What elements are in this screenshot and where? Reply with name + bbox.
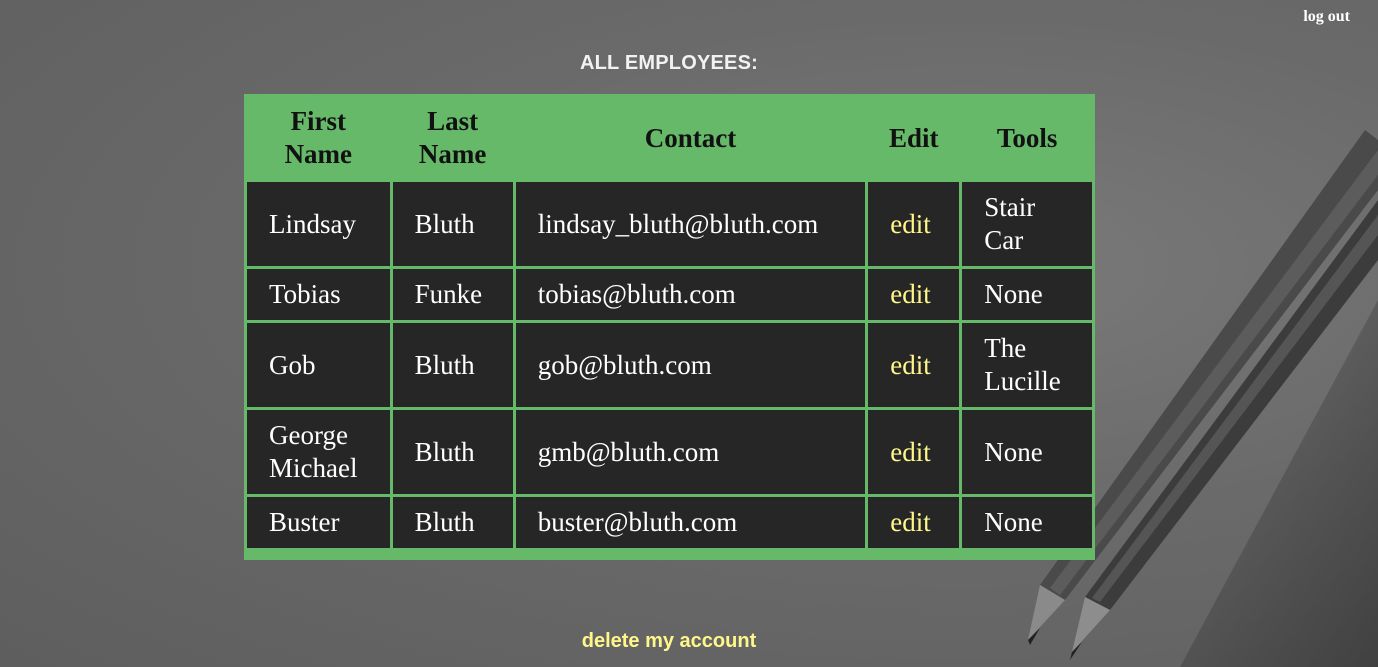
cell-first-name: Buster <box>247 497 390 548</box>
edit-link[interactable]: edit <box>890 437 931 467</box>
cell-tools: Stair Car <box>962 182 1092 266</box>
cell-edit: edit <box>868 497 960 548</box>
cell-last-name: Bluth <box>392 182 513 266</box>
cell-contact: lindsay_bluth@bluth.com <box>515 182 866 266</box>
cell-tools: None <box>962 410 1092 494</box>
cell-last-name: Funke <box>392 269 513 320</box>
cell-first-name: George Michael <box>247 410 390 494</box>
delete-account-link[interactable]: delete my account <box>0 630 1338 653</box>
cell-first-name: Tobias <box>247 269 390 320</box>
cell-contact: tobias@bluth.com <box>515 269 866 320</box>
table-header-row: First Name Last Name Contact Edit Tools <box>247 97 1092 179</box>
edit-link[interactable]: edit <box>890 209 931 239</box>
edit-link[interactable]: edit <box>890 279 931 309</box>
cell-last-name: Bluth <box>392 410 513 494</box>
cell-edit: edit <box>868 323 960 407</box>
table-row: George Michael Bluth gmb@bluth.com edit … <box>247 410 1092 494</box>
cell-edit: edit <box>868 269 960 320</box>
cell-edit: edit <box>868 410 960 494</box>
column-header-edit: Edit <box>868 97 960 179</box>
cell-last-name: Bluth <box>392 323 513 407</box>
column-header-tools: Tools <box>962 97 1092 179</box>
table-row: Tobias Funke tobias@bluth.com edit None <box>247 269 1092 320</box>
cell-tools: None <box>962 497 1092 548</box>
cell-tools: The Lucille <box>962 323 1092 407</box>
page-title: ALL EMPLOYEES: <box>579 52 758 74</box>
cell-first-name: Lindsay <box>247 182 390 266</box>
employees-table-container: First Name Last Name Contact Edit Tools … <box>244 94 1095 560</box>
table-row: Lindsay Bluth lindsay_bluth@bluth.com ed… <box>247 182 1092 266</box>
employees-table: First Name Last Name Contact Edit Tools … <box>244 94 1095 551</box>
column-header-contact: Contact <box>515 97 866 179</box>
table-row: Buster Bluth buster@bluth.com edit None <box>247 497 1092 548</box>
cell-last-name: Bluth <box>392 497 513 548</box>
logout-link[interactable]: log out <box>1303 8 1350 26</box>
cell-contact: gmb@bluth.com <box>515 410 866 494</box>
table-row: Gob Bluth gob@bluth.com edit The Lucille <box>247 323 1092 407</box>
cell-first-name: Gob <box>247 323 390 407</box>
edit-link[interactable]: edit <box>890 350 931 380</box>
cell-contact: buster@bluth.com <box>515 497 866 548</box>
column-header-first-name: First Name <box>247 97 390 179</box>
cell-tools: None <box>962 269 1092 320</box>
column-header-last-name: Last Name <box>392 97 513 179</box>
edit-link[interactable]: edit <box>890 507 931 537</box>
cell-edit: edit <box>868 182 960 266</box>
cell-contact: gob@bluth.com <box>515 323 866 407</box>
